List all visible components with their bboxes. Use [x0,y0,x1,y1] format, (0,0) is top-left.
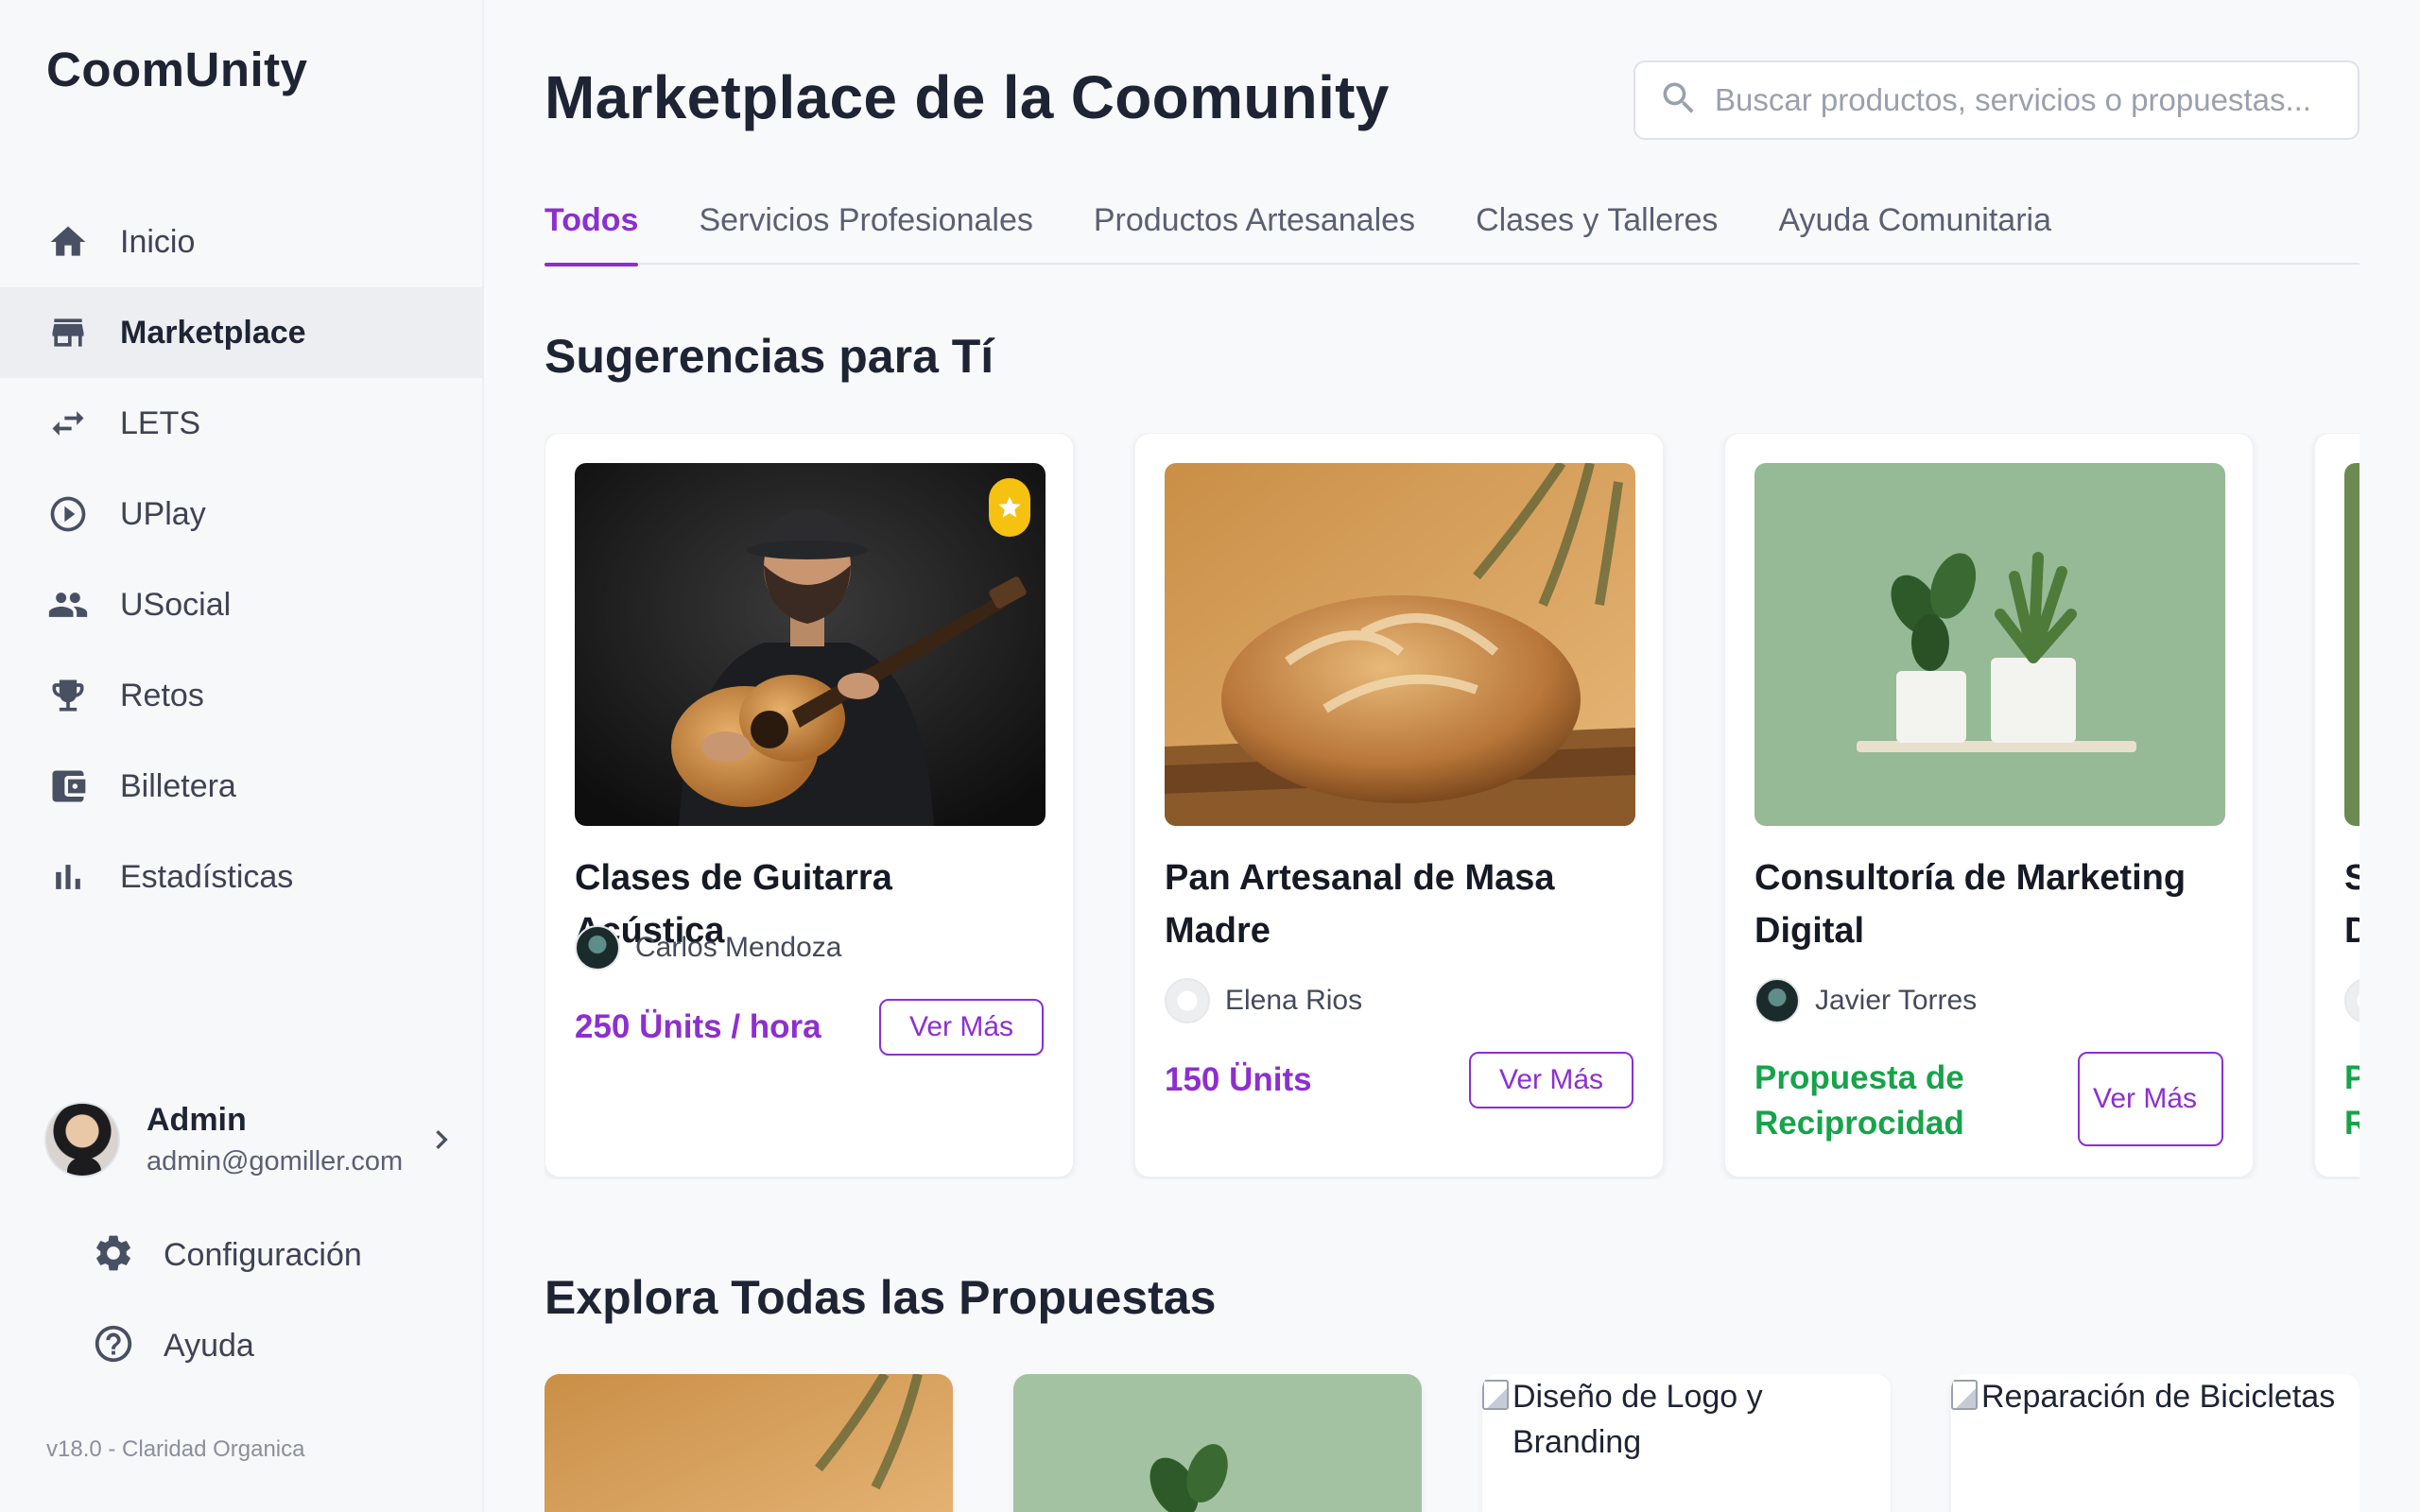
broken-image: Reparación de Bicicletas [1951,1374,2335,1419]
seller-avatar [1754,978,1800,1023]
user-profile[interactable]: Admin admin@gomiller.com [44,1098,460,1181]
seller-name: Elena Rios [1225,985,1363,1016]
suggestions-title: Sugerencias para Tí [544,330,994,383]
bread-photo [544,1374,953,1512]
explore-card[interactable] [544,1374,953,1512]
sidebar-item-label: LETS [120,404,201,441]
suggestions-carousel: Clases de Guitarra Acústica Carlos Mendo… [544,433,2360,1179]
card-title: S D [2344,858,2360,951]
user-email: admin@gomiller.com [147,1146,404,1177]
plants-photo [1754,463,2225,826]
card-price: 250 Ünits / hora [575,1008,821,1045]
page-title: Marketplace de la Coomunity [544,63,1390,131]
sidebar-item-usocial[interactable]: USocial [0,559,484,650]
explore-grid: Diseño de Logo y Branding Reparación de … [544,1374,2360,1512]
help-link[interactable]: Ayuda [92,1300,470,1391]
search-box[interactable] [1634,60,2360,140]
chevron-right-icon[interactable] [423,1121,460,1159]
sidebar-item-label: Billetera [120,767,236,804]
store-icon [46,311,90,354]
tab-clases-talleres[interactable]: Clases y Talleres [1476,195,1718,265]
garden-photo [2344,463,2360,826]
broken-image: Diseño de Logo y Branding [1482,1374,1872,1465]
search-input[interactable] [1715,82,2358,118]
people-icon [46,583,90,627]
seller-info: S [2344,976,2360,1025]
bar-chart-icon [46,855,90,899]
broken-image-icon [1951,1380,1978,1410]
card-price: P R [2344,1059,2360,1142]
sidebar: CoomUnity Inicio Marketplace LETS UPlay … [0,0,484,1512]
product-card[interactable]: Clases de Guitarra Acústica Carlos Mendo… [544,433,1074,1177]
seller-info: Carlos Mendoza [575,923,841,972]
explore-card[interactable]: Diseño de Logo y Branding [1482,1374,1891,1512]
ver-mas-button[interactable]: Ver Más [879,999,1044,1056]
sidebar-item-inicio[interactable]: Inicio [0,197,484,287]
tab-ayuda-comunitaria[interactable]: Ayuda Comunitaria [1778,195,2051,265]
home-icon [46,220,90,264]
explore-card-title: Reparación de Bicicletas [1981,1379,2336,1415]
avatar [44,1102,120,1177]
brand-logo[interactable]: CoomUnity [46,42,307,97]
sidebar-item-label: Inicio [120,223,196,260]
sidebar-item-label: Estadísticas [120,858,294,895]
card-title: Pan Artesanal de Masa Madre [1165,858,1555,951]
explore-card[interactable] [1013,1374,1422,1512]
seller-avatar: S [2344,978,2360,1023]
search-icon [1658,77,1700,124]
play-circle-icon [46,492,90,536]
sidebar-item-uplay[interactable]: UPlay [0,469,484,559]
card-title: Consultoría de Marketing Digital [1754,858,2187,951]
ver-mas-button[interactable]: Ver Más [2078,1052,2223,1146]
category-tabs: Todos Servicios Profesionales Productos … [544,195,2360,266]
tab-productos-artesanales[interactable]: Productos Artesanales [1094,195,1415,265]
trophy-icon [46,674,90,717]
seller-name: Javier Torres [1815,985,1978,1016]
user-info: Admin admin@gomiller.com [147,1102,403,1177]
sidebar-nav: Inicio Marketplace LETS UPlay USocial Re… [0,197,484,922]
seller-avatar [575,925,620,971]
sidebar-item-label: Retos [120,677,204,713]
tab-todos[interactable]: Todos [544,195,639,266]
sidebar-item-billetera[interactable]: Billetera [0,741,484,832]
seller-avatar [1165,978,1210,1023]
product-card[interactable]: S D S P R [2314,433,2360,1177]
explore-card[interactable]: Reparación de Bicicletas [1951,1374,2360,1512]
wallet-icon [46,765,90,808]
sidebar-item-retos[interactable]: Retos [0,650,484,741]
star-icon [998,496,1021,518]
user-name: Admin [147,1102,247,1138]
guitar-photo [575,463,1046,826]
sidebar-item-label: USocial [120,586,232,623]
explore-title: Explora Todas las Propuestas [544,1271,1217,1324]
tab-servicios-profesionales[interactable]: Servicios Profesionales [699,195,1032,265]
card-price: 150 Ünits [1165,1061,1312,1098]
sidebar-item-lets[interactable]: LETS [0,378,484,469]
help-circle-icon [92,1322,135,1370]
gear-icon [92,1231,135,1280]
seller-info: Elena Rios [1165,976,1362,1025]
ver-mas-button[interactable]: Ver Más [1469,1052,1634,1108]
featured-badge [989,478,1030,537]
product-card[interactable]: Pan Artesanal de Masa Madre Elena Rios 1… [1134,433,1664,1177]
settings-link[interactable]: Configuración [92,1210,470,1300]
sidebar-item-label: Marketplace [120,314,306,351]
version-text: v18.0 - Claridad Organica [46,1436,305,1462]
card-price: Propuesta de Reciprocidad [1754,1059,1964,1142]
product-card[interactable]: Consultoría de Marketing Digital Javier … [1724,433,2254,1177]
seller-name: Carlos Mendoza [635,932,842,963]
plants-photo [1013,1374,1422,1512]
bread-photo [1165,463,1635,826]
sidebar-item-estadisticas[interactable]: Estadísticas [0,832,484,922]
help-label: Ayuda [164,1327,254,1364]
sidebar-item-marketplace[interactable]: Marketplace [0,287,484,378]
swap-icon [46,402,90,445]
sidebar-item-label: UPlay [120,495,206,532]
broken-image-icon [1482,1380,1509,1410]
explore-card-title: Diseño de Logo y Branding [1512,1379,1763,1460]
settings-label: Configuración [164,1236,362,1273]
seller-info: Javier Torres [1754,976,1977,1025]
